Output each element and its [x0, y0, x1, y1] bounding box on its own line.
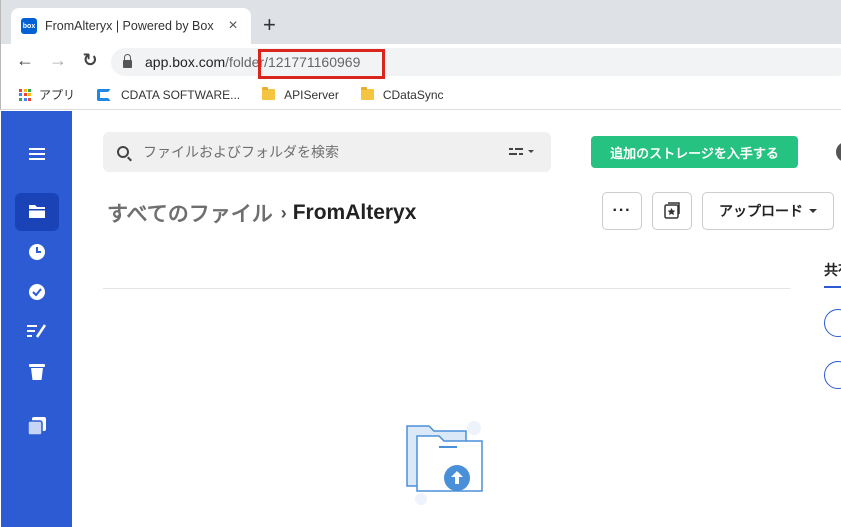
- search-icon: [117, 146, 129, 158]
- bookmark-apiserver[interactable]: APIServer: [262, 87, 339, 102]
- new-tab-button[interactable]: +: [263, 12, 276, 38]
- upload-button[interactable]: アップロード: [702, 192, 834, 230]
- sidebar-item-trash[interactable]: [1, 363, 72, 381]
- sidebar-item-relay[interactable]: [1, 417, 72, 435]
- search-placeholder: ファイルおよびフォルダを検索: [143, 144, 339, 160]
- browser-tab-strip: box FromAlteryx | Powered by Box × +: [0, 0, 841, 44]
- avatar[interactable]: [836, 142, 841, 162]
- tab-sharing[interactable]: 共有: [824, 260, 841, 280]
- recents-icon: [28, 244, 45, 260]
- bookmark-cdata[interactable]: CDATA SOFTWARE...: [97, 88, 240, 102]
- sidebar-item-recents[interactable]: [1, 243, 72, 261]
- search-input[interactable]: ファイルおよびフォルダを検索: [103, 132, 551, 172]
- back-button[interactable]: ←: [13, 50, 37, 71]
- get-more-storage-button[interactable]: 追加のストレージを入手する: [591, 136, 798, 168]
- collection-star-icon: [664, 202, 680, 219]
- menu-icon[interactable]: [1, 145, 72, 163]
- url-host: app.box.com: [145, 54, 226, 70]
- tab-title: FromAlteryx | Powered by Box: [45, 19, 214, 33]
- folder-id-highlight-box: [258, 49, 385, 79]
- cdata-logo-icon: [97, 88, 112, 101]
- breadcrumb-separator-icon: ›: [280, 202, 287, 223]
- bookmark-cdatasync[interactable]: CDataSync: [360, 87, 444, 102]
- trash-icon: [28, 364, 45, 380]
- content-divider: [103, 288, 790, 289]
- bookmark-label: アプリ: [39, 88, 76, 102]
- collaborator-icon[interactable]: [824, 309, 841, 337]
- more-options-button[interactable]: ···: [602, 192, 642, 230]
- bookmark-label: APIServer: [284, 87, 339, 102]
- chevron-down-icon: [809, 209, 817, 213]
- upload-label: アップロード: [719, 203, 803, 219]
- breadcrumb: すべてのファイル › FromAlteryx: [107, 198, 416, 228]
- bookmarks-bar: アプリ CDATA SOFTWARE... APIServer CDataSyn…: [0, 80, 841, 110]
- sidebar-item-notes[interactable]: [1, 323, 72, 339]
- bookmark-label: CDATA SOFTWARE...: [121, 87, 241, 102]
- empty-folder-upload-icon: [406, 421, 483, 505]
- reload-button[interactable]: ↻: [78, 50, 102, 71]
- browser-tab[interactable]: box FromAlteryx | Powered by Box ×: [11, 8, 251, 44]
- forward-button[interactable]: →: [46, 50, 70, 71]
- box-sidebar: [1, 111, 72, 527]
- shared-link-icon[interactable]: [824, 361, 841, 389]
- box-favicon-icon: box: [21, 18, 37, 34]
- breadcrumb-root[interactable]: すべてのファイル: [107, 198, 273, 228]
- tab-sharing-underline: [824, 286, 841, 288]
- breadcrumb-current: FromAlteryx: [292, 201, 417, 224]
- more-icon: ···: [612, 202, 632, 219]
- lock-icon: [123, 54, 132, 68]
- tasks-icon: [28, 284, 45, 300]
- sidebar-item-files[interactable]: [1, 203, 72, 219]
- address-bar[interactable]: app.box.com/folder/121771160969: [111, 48, 841, 76]
- folder-icon: [360, 87, 374, 100]
- main-content: ファイルおよびフォルダを検索 追加のストレージを入手する すべてのファイル › …: [72, 111, 841, 527]
- browser-toolbar: ← → ↻ app.box.com/folder/121771160969: [0, 44, 841, 80]
- sidebar-item-tasks[interactable]: [1, 283, 72, 301]
- notes-icon: [26, 324, 46, 338]
- folder-icon: [262, 87, 276, 100]
- files-icon: [28, 205, 45, 218]
- bookmark-apps[interactable]: アプリ: [1, 86, 75, 103]
- collections-button[interactable]: [652, 192, 692, 230]
- relay-icon: [27, 417, 46, 435]
- bookmark-label: CDataSync: [382, 87, 444, 102]
- apps-grid-icon: [19, 88, 31, 101]
- tab-close-icon[interactable]: ×: [225, 17, 241, 35]
- search-filter-icon[interactable]: [509, 147, 537, 157]
